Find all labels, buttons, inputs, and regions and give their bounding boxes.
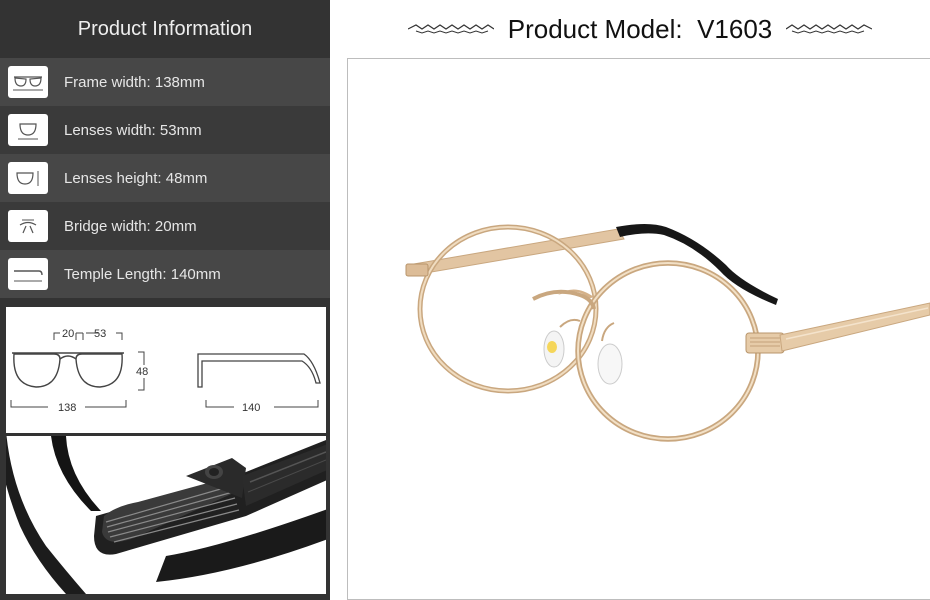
dimension-diagram: 20 53 48 138 140 (6, 307, 326, 433)
spec-row-frame-width: Frame width: 138mm (0, 58, 330, 106)
right-ornament-icon (786, 24, 873, 34)
hinge-closeup-photo (6, 436, 326, 594)
spec-value: 138mm (154, 73, 205, 91)
lens-height-icon (8, 162, 48, 194)
lens-width-icon (8, 114, 48, 146)
spec-value: 140mm (170, 265, 221, 283)
spec-row-lens-height: Lenses height: 48mm (0, 154, 330, 202)
model-label: Product Model: (507, 13, 683, 44)
spec-label: Temple Length: (64, 265, 167, 283)
spec-value: 48mm (165, 169, 208, 187)
temple-length-dimension: 140 (242, 402, 260, 414)
temple-length-icon (8, 258, 48, 290)
spec-value: 20mm (154, 217, 197, 235)
spec-label: Frame width: (64, 73, 151, 91)
spec-label: Bridge width: (64, 217, 151, 235)
frame-width-icon (8, 66, 48, 98)
product-photo (347, 58, 930, 600)
left-ornament-icon (407, 24, 494, 34)
page-title: Product Model: V1603 (508, 14, 773, 45)
frame-width-dimension: 138 (58, 402, 76, 414)
lens-height-dimension: 48 (136, 366, 148, 378)
lens-width-dimension: 53 (94, 328, 106, 340)
spec-row-temple-length: Temple Length: 140mm (0, 250, 330, 298)
bridge-dimension: 20 (62, 328, 74, 340)
model-header: Product Model: V1603 (380, 0, 900, 58)
spec-row-bridge-width: Bridge width: 20mm (0, 202, 330, 250)
product-info-panel: Product Information Frame width: 138mm L… (0, 0, 330, 600)
spec-row-lens-width: Lenses width: 53mm (0, 106, 330, 154)
spec-label: Lenses width: (64, 121, 156, 139)
model-number: V1603 (697, 13, 773, 44)
spec-label: Lenses height: (64, 169, 162, 187)
spec-value: 53mm (159, 121, 202, 139)
bridge-width-icon (8, 210, 48, 242)
panel-title: Product Information (77, 17, 253, 40)
